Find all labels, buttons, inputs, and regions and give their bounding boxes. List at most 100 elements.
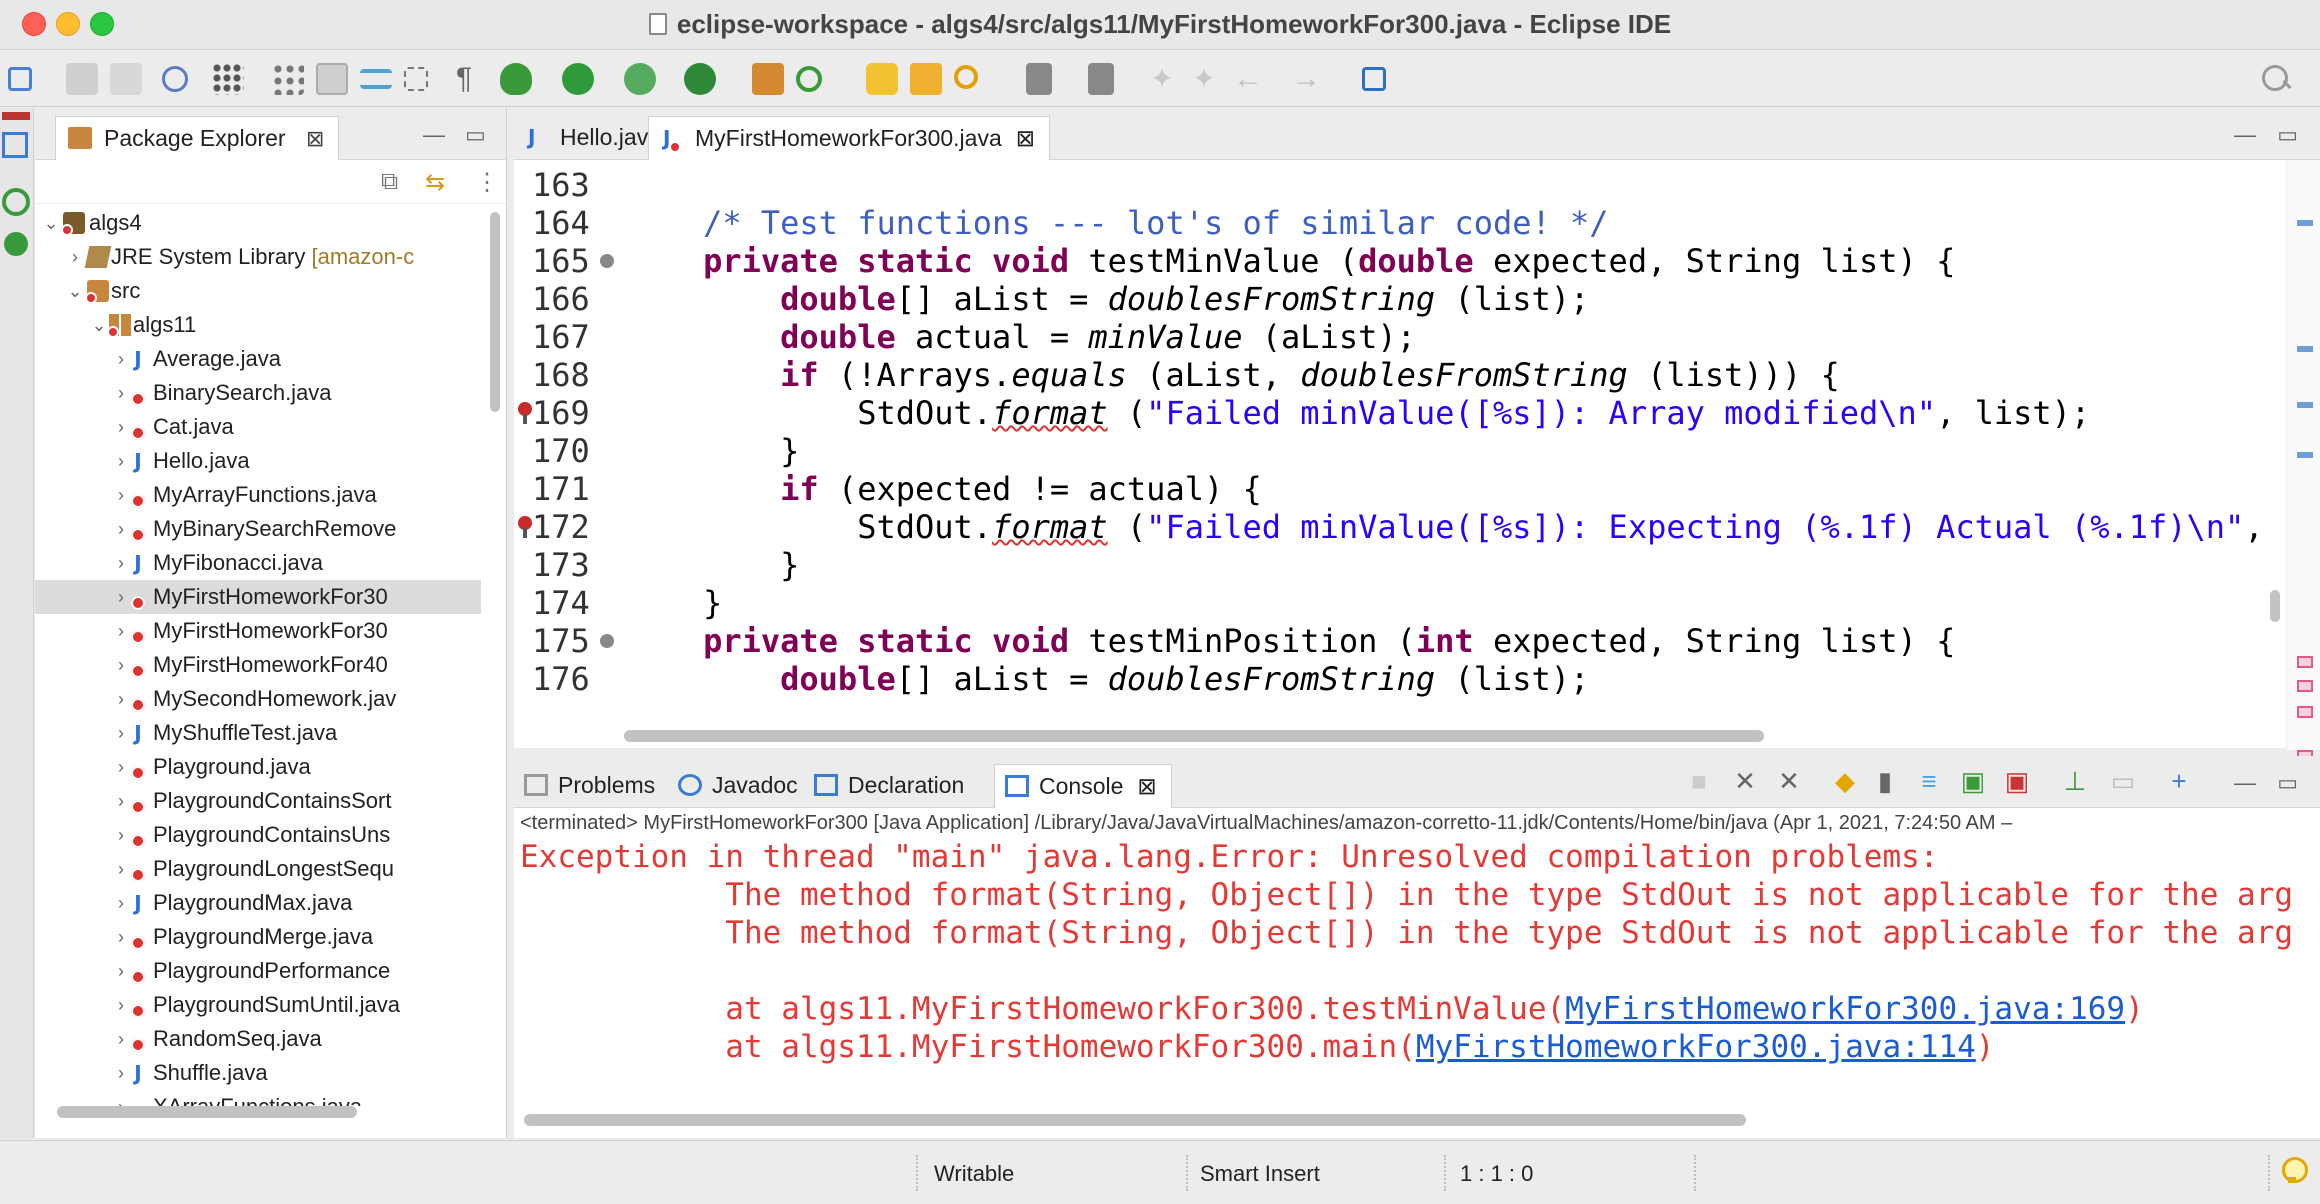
annotation-next-icon[interactable] <box>1026 63 1052 95</box>
save-icon[interactable] <box>66 63 98 95</box>
collapse-all-icon[interactable]: ⧉ <box>381 168 398 196</box>
show-whitespace-icon[interactable] <box>404 67 428 91</box>
open-type-icon[interactable] <box>866 63 898 95</box>
code-line[interactable]: 166 double[] aList = doublesFromString (… <box>514 280 2264 318</box>
show-console-stdout-icon[interactable]: ▣ <box>1958 766 1988 796</box>
tree-item[interactable]: › RandomSeq.java <box>35 1022 481 1056</box>
code-line[interactable]: 169 StdOut.format ("Failed minValue([%s]… <box>514 394 2264 432</box>
code-line[interactable]: 175 private static void testMinPosition … <box>514 622 2264 660</box>
chevron-down-icon[interactable]: ⌄ <box>65 274 85 308</box>
stack-trace-link[interactable]: MyFirstHomeworkFor300.java:114 <box>1416 1029 1976 1065</box>
code-line[interactable]: 173 } <box>514 546 2264 584</box>
tree-item[interactable]: › PlaygroundPerformance <box>35 954 481 988</box>
coverage-icon[interactable] <box>624 63 656 95</box>
tree-item[interactable]: › MyArrayFunctions.java <box>35 478 481 512</box>
tree-item[interactable]: › Cat.java <box>35 410 481 444</box>
block-selection-icon[interactable] <box>272 63 304 95</box>
package-explorer-vscrollbar[interactable] <box>490 212 500 412</box>
ruler-error-mark[interactable] <box>2297 706 2313 718</box>
close-icon[interactable]: ⊠ <box>306 126 324 151</box>
code-line[interactable]: 172 StdOut.format ("Failed minValue([%s]… <box>514 508 2264 546</box>
code-line[interactable]: 163 <box>514 166 2264 204</box>
skip-breakpoints-icon[interactable] <box>162 66 188 92</box>
tree-item[interactable]: › MyFirstHomeworkFor30 <box>35 580 481 614</box>
debug-view-icon[interactable] <box>4 232 28 256</box>
new-icon[interactable] <box>8 67 32 91</box>
tab-problems[interactable]: Problems <box>514 764 655 808</box>
stack-trace-link[interactable]: MyFirstHomeworkFor300.java:169 <box>1565 991 2125 1027</box>
code-line[interactable]: 176 double[] aList = doublesFromString (… <box>514 660 2264 698</box>
tree-item[interactable]: › PlaygroundContainsSort <box>35 784 481 818</box>
search-tool-icon[interactable] <box>954 65 978 89</box>
pin-icon[interactable]: ✦ <box>1188 63 1220 95</box>
tree-item[interactable]: › J PlaygroundMax.java <box>35 886 481 920</box>
close-icon[interactable]: ⊠ <box>1137 773 1156 799</box>
hierarchy-icon[interactable] <box>2 132 28 158</box>
show-console-stderr-icon[interactable]: ▣ <box>2002 766 2032 796</box>
paragraph-icon[interactable]: ¶ <box>448 63 480 95</box>
ruler-mark[interactable] <box>2297 220 2313 226</box>
tree-item[interactable]: ⌄ src <box>35 274 481 308</box>
external-tools-icon[interactable] <box>684 63 716 95</box>
tree-item[interactable]: › JRE System Library [amazon-c <box>35 240 481 274</box>
tree-item[interactable]: › MyFirstHomeworkFor40 <box>35 648 481 682</box>
tree-item[interactable]: › MyFirstHomeworkFor30 <box>35 614 481 648</box>
tip-bulb-icon[interactable] <box>2282 1157 2308 1185</box>
search-icon[interactable] <box>2260 63 2292 95</box>
console-hscrollbar[interactable] <box>524 1114 1746 1126</box>
editor-minimize-icon[interactable]: — <box>2234 122 2256 148</box>
maximize-view-icon[interactable]: ▭ <box>465 122 486 148</box>
tree-item[interactable]: › PlaygroundMerge.java <box>35 920 481 954</box>
chevron-down-icon[interactable]: ⌄ <box>41 206 61 240</box>
status-cursor-position[interactable]: 1 : 1 : 0 <box>1460 1161 1533 1187</box>
forward-icon[interactable]: → <box>1290 63 1322 95</box>
scroll-lock-icon[interactable]: ▮ <box>1870 766 1900 796</box>
word-wrap-icon[interactable] <box>360 69 392 89</box>
back-icon[interactable]: ← <box>1232 63 1264 95</box>
remove-launch-icon[interactable]: ✕ <box>1730 766 1760 796</box>
fold-toggle-icon[interactable] <box>600 254 614 268</box>
tab-package-explorer[interactable]: Package Explorer ⊠ <box>55 116 340 160</box>
editor-maximize-icon[interactable]: ▭ <box>2277 122 2298 148</box>
annotation-prev-icon[interactable] <box>1088 63 1114 95</box>
code-line[interactable]: 168 if (!Arrays.equals (aList, doublesFr… <box>514 356 2264 394</box>
link-with-editor-icon[interactable]: ⇆ <box>425 168 445 197</box>
minimize-view-icon[interactable]: — <box>423 122 445 148</box>
tree-item[interactable]: › MyBinarySearchRemove <box>35 512 481 546</box>
word-wrap-console-icon[interactable]: ≡ <box>1914 766 1944 796</box>
open-console-icon[interactable]: + <box>2164 766 2194 796</box>
new-java-package-icon[interactable] <box>752 63 784 95</box>
tree-item[interactable]: ⌄ algs11 <box>35 308 481 342</box>
run-icon[interactable] <box>562 63 594 95</box>
status-insert-mode[interactable]: Smart Insert <box>1200 1161 1320 1187</box>
remove-all-launches-icon[interactable]: ✕ <box>1774 766 1804 796</box>
new-java-class-icon[interactable] <box>796 66 822 92</box>
tree-item[interactable]: › PlaygroundContainsUns <box>35 818 481 852</box>
tab-javadoc[interactable]: Javadoc <box>668 764 798 808</box>
tree-item[interactable]: › J Hello.java <box>35 444 481 478</box>
code-line[interactable]: 167 double actual = minValue (aList); <box>514 318 2264 356</box>
view-menu-icon[interactable]: ⋮ <box>475 168 499 197</box>
editor-vscrollbar[interactable] <box>2270 590 2280 622</box>
code-line[interactable]: 164 /* Test functions --- lot's of simil… <box>514 204 2264 242</box>
tree-item[interactable]: › J Shuffle.java <box>35 1056 481 1090</box>
code-line[interactable]: 171 if (expected != actual) { <box>514 470 2264 508</box>
tree-item[interactable]: › J MyFibonacci.java <box>35 546 481 580</box>
terminate-icon[interactable]: ■ <box>1684 766 1714 796</box>
highlight-icon[interactable] <box>316 63 348 95</box>
open-perspective-icon[interactable] <box>1362 67 1386 91</box>
ruler-mark[interactable] <box>2297 402 2313 408</box>
open-folder-icon[interactable] <box>910 63 942 95</box>
tree-item[interactable]: › Playground.java <box>35 750 481 784</box>
tree-item[interactable]: › PlaygroundLongestSequ <box>35 852 481 886</box>
ruler-mark[interactable] <box>2297 452 2313 458</box>
tree-item[interactable]: › J Average.java <box>35 342 481 376</box>
ruler-error-mark[interactable] <box>2297 680 2313 692</box>
overview-ruler[interactable] <box>2286 160 2320 758</box>
tree-item[interactable]: › MySecondHomework.jav <box>35 682 481 716</box>
tree-item[interactable]: › PlaygroundSumUntil.java <box>35 988 481 1022</box>
last-edit-icon[interactable]: ✦ <box>1146 63 1178 95</box>
ruler-error-mark[interactable] <box>2297 656 2313 668</box>
code-line[interactable]: 170 } <box>514 432 2264 470</box>
chevron-right-icon[interactable]: › <box>65 240 85 274</box>
